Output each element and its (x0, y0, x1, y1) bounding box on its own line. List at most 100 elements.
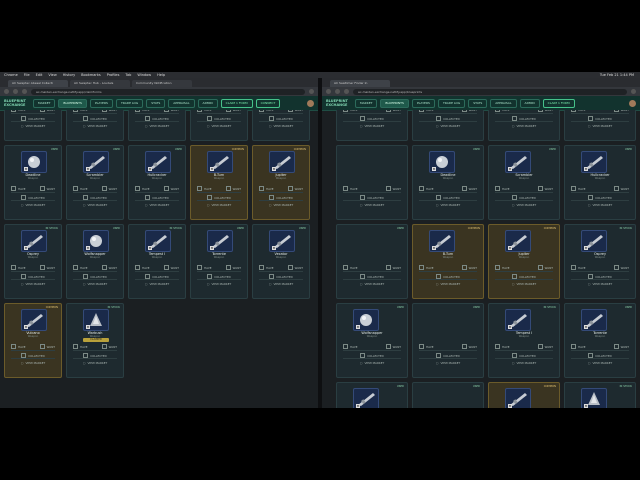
want-toggle[interactable]: WANT (225, 110, 241, 112)
checkbox[interactable] (571, 344, 576, 349)
checkbox[interactable] (135, 265, 140, 270)
want-toggle[interactable]: WANT (39, 110, 55, 112)
reload-icon[interactable] (344, 89, 349, 94)
have-toggle[interactable]: HAVE (571, 265, 586, 270)
avatar[interactable] (629, 99, 636, 107)
checkbox[interactable] (537, 265, 543, 270)
blueprint-card[interactable]: HAVE WANT COLLECTED ▢VIEW MARKET (564, 110, 636, 141)
checkbox[interactable] (197, 186, 202, 191)
checkbox[interactable] (385, 186, 391, 191)
view-market-button[interactable]: ▢ VIEW MARKET (145, 203, 169, 207)
want-toggle[interactable]: WANT (39, 186, 55, 191)
blueprint-card[interactable]: COMMON M Jupiter Weapon HAVE WANT COLLECTED ▢ VI… (488, 224, 560, 299)
blueprint-card[interactable]: HAVE WANT COLLECTED ▢VIEW MARKET (4, 110, 62, 141)
view-market-button[interactable]: ▢ VIEW MARKET (588, 203, 612, 207)
checkbox[interactable] (225, 265, 231, 270)
want-toggle[interactable]: WANT (287, 110, 303, 112)
have-toggle[interactable]: HAVE (495, 110, 510, 112)
want-toggle[interactable]: WANT (101, 344, 117, 349)
view-market-button[interactable]: ▢ VIEW MARKET (145, 124, 169, 128)
have-toggle[interactable]: HAVE (419, 110, 434, 112)
blueprint-card[interactable]: USED M Wolfsnapper Weapon HAVE WANT COLLECTED ▢… (66, 224, 124, 299)
want-toggle[interactable]: WANT (461, 265, 477, 270)
browser-tab[interactable]: AC Swaptec Hub - Loudels (70, 80, 130, 87)
have-toggle[interactable]: HAVE (343, 186, 358, 191)
view-market-button[interactable]: ▢ VIEW MARKET (512, 361, 536, 365)
checkbox[interactable] (419, 186, 424, 191)
checkbox[interactable] (537, 344, 543, 349)
browser-tab[interactable]: Community Notification (132, 80, 192, 87)
view-market-button[interactable]: ▢ VIEW MARKET (21, 203, 45, 207)
blueprint-card[interactable]: USED M Hullcracker Weapon HAVE WANT COLLECTED ▢… (128, 145, 186, 220)
view-market-button[interactable]: ▢ VIEW MARKET (207, 124, 231, 128)
blueprint-card[interactable]: USED M Torrente Weapon HAVE WANT COLLECTED ▢ VIE… (564, 303, 636, 378)
brand-logo[interactable]: BLUEPRINT EXCHANGE (4, 99, 30, 107)
blueprint-card[interactable]: HAVE WANT COLLECTED ▢VIEW MARKET (412, 110, 484, 141)
checkbox[interactable] (197, 110, 202, 112)
checkbox[interactable] (537, 186, 543, 191)
nav-admin[interactable]: ADMIN (197, 98, 218, 108)
want-toggle[interactable]: WANT (613, 265, 629, 270)
checkbox[interactable] (495, 265, 500, 270)
view-market-button[interactable]: ▢ VIEW MARKET (207, 203, 231, 207)
have-toggle[interactable]: HAVE (343, 344, 358, 349)
have-toggle[interactable]: HAVE (419, 265, 434, 270)
blueprint-card[interactable]: COMMONMVulcanoWeaponHAVEWANTCOLLECTED▢VI… (488, 382, 560, 408)
checkbox[interactable] (197, 265, 202, 270)
view-market-button[interactable]: ▢ VIEW MARKET (360, 203, 384, 207)
blueprint-card[interactable]: HAVE WANT COLLECTED ▢VIEW MARKET (488, 110, 560, 141)
want-toggle[interactable]: WANT (39, 344, 55, 349)
checkbox[interactable] (73, 344, 78, 349)
blueprint-card[interactable]: USED M Deadline Weapon HAVE WANT COLLECTED ▢ VIE… (4, 145, 62, 220)
checkbox[interactable] (225, 110, 231, 112)
view-market-button[interactable]: ▢ VIEW MARKET (360, 282, 384, 286)
want-toggle[interactable]: WANT (461, 186, 477, 191)
checkbox[interactable] (287, 186, 293, 191)
blueprint-card[interactable]: HAVE WANT COLLECTED ▢VIEW MARKET (336, 145, 408, 220)
checkbox[interactable] (163, 110, 169, 112)
blueprint-card[interactable]: IN STOCK M Tempest I Weapon HAVE WANT COLLECTE… (128, 224, 186, 299)
blueprint-card[interactable]: IN STOCKMWarbushWeaponCLAIMEDHAVEWANTCOL… (564, 382, 636, 408)
want-toggle[interactable]: WANT (385, 344, 401, 349)
checkbox[interactable] (11, 344, 16, 349)
have-toggle[interactable]: HAVE (495, 344, 510, 349)
have-toggle[interactable]: HAVE (73, 110, 88, 112)
address-input[interactable]: ac-maiden-exchange.netlify.app/blueprint… (353, 88, 627, 95)
checkbox[interactable] (613, 344, 619, 349)
browser-tab[interactable]: AC Sealtimer Finder In (330, 80, 390, 87)
view-market-button[interactable]: ▢ VIEW MARKET (588, 282, 612, 286)
checkbox[interactable] (385, 265, 391, 270)
view-market-button[interactable]: ▢ VIEW MARKET (83, 124, 107, 128)
forward-icon[interactable] (335, 89, 340, 94)
have-toggle[interactable]: HAVE (343, 110, 358, 112)
checkbox[interactable] (259, 186, 264, 191)
blueprint-card[interactable]: COMMONMVulcanoWeaponHAVEWANTCOLLECTED▢VI… (4, 303, 62, 378)
checkbox[interactable] (39, 265, 45, 270)
want-toggle[interactable]: WANT (225, 186, 241, 191)
checkbox[interactable] (495, 186, 500, 191)
view-market-button[interactable]: ▢ VIEW MARKET (512, 124, 536, 128)
have-toggle[interactable]: HAVE (571, 186, 586, 191)
checkbox[interactable] (101, 110, 107, 112)
checkbox[interactable] (343, 265, 348, 270)
have-toggle[interactable]: HAVE (571, 110, 586, 112)
checkbox[interactable] (259, 110, 264, 112)
checkbox[interactable] (73, 186, 78, 191)
want-toggle[interactable]: WANT (613, 344, 629, 349)
want-toggle[interactable]: WANT (163, 186, 179, 191)
want-toggle[interactable]: WANT (287, 186, 303, 191)
nav-trade-log[interactable]: TRADE LOG (437, 98, 466, 108)
view-market-button[interactable]: ▢ VIEW MARKET (588, 124, 612, 128)
view-market-button[interactable]: ▢ VIEW MARKET (360, 124, 384, 128)
have-toggle[interactable]: HAVE (11, 110, 26, 112)
avatar[interactable] (307, 99, 314, 107)
have-toggle[interactable]: HAVE (73, 186, 88, 191)
want-toggle[interactable]: WANT (163, 110, 179, 112)
view-market-button[interactable]: ▢ VIEW MARKET (21, 124, 45, 128)
checkbox[interactable] (495, 110, 500, 112)
have-toggle[interactable]: HAVE (11, 265, 26, 270)
want-toggle[interactable]: WANT (39, 265, 55, 270)
browser-tab[interactable]: AC Swaptec Abesal Collecti (8, 80, 68, 87)
checkbox[interactable] (385, 110, 391, 112)
nav-stats[interactable]: STATS (146, 98, 166, 108)
